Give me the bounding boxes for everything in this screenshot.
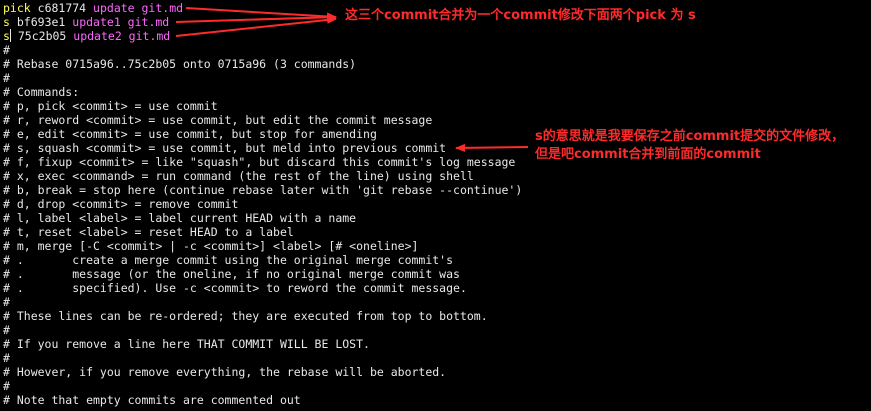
annotation-arrows xyxy=(175,7,529,152)
arrow-line xyxy=(185,7,337,21)
annotation-middle-line1: s的意思就是我要保存之前commit提交的文件修改， xyxy=(535,129,845,144)
arrow-line xyxy=(455,143,529,152)
annotation-middle-line2: 但是吧commit合并到前面的commit xyxy=(535,147,761,162)
annotation-top: 这三个commit合并为一个commit修改下面两个pick 为 s xyxy=(345,8,696,23)
terminal-window[interactable]: pick c681774 update git.md s bf693e1 upd… xyxy=(0,0,871,411)
